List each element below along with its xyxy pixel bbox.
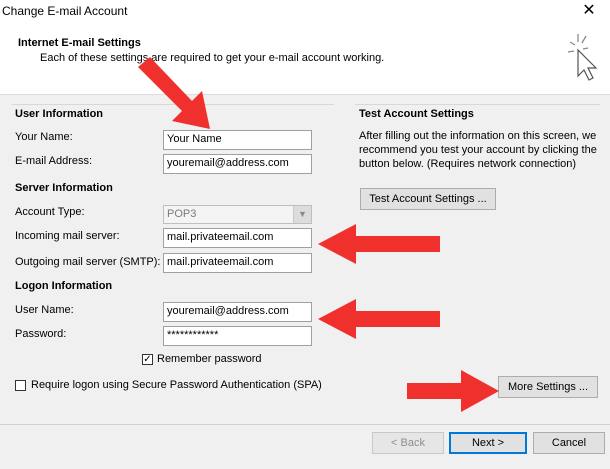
close-icon[interactable]: ✕ bbox=[574, 0, 604, 23]
next-button[interactable]: Next > bbox=[449, 432, 527, 454]
remember-password-checkbox[interactable]: ✓ bbox=[142, 354, 153, 365]
account-type-value: POP3 bbox=[167, 208, 197, 220]
incoming-server-label: Incoming mail server: bbox=[15, 230, 120, 242]
back-button[interactable]: < Back bbox=[372, 432, 444, 454]
your-name-label: Your Name: bbox=[15, 131, 73, 143]
footer-divider bbox=[0, 424, 610, 425]
divider bbox=[355, 104, 600, 105]
account-type-label: Account Type: bbox=[15, 206, 85, 218]
outgoing-server-label: Outgoing mail server (SMTP): bbox=[15, 256, 161, 268]
spa-checkbox[interactable] bbox=[15, 380, 26, 391]
user-name-label: User Name: bbox=[15, 304, 74, 316]
annotation-arrow-icon bbox=[318, 224, 440, 264]
more-settings-button[interactable]: More Settings ... bbox=[498, 376, 598, 398]
password-label: Password: bbox=[15, 328, 67, 340]
user-name-input[interactable]: youremail@address.com bbox=[163, 302, 312, 322]
annotation-arrow-icon bbox=[138, 57, 210, 129]
annotation-arrow-icon bbox=[407, 370, 499, 412]
incoming-server-input[interactable]: mail.privateemail.com bbox=[163, 228, 312, 248]
outgoing-server-input[interactable]: mail.privateemail.com bbox=[163, 253, 312, 273]
remember-password-label: Remember password bbox=[157, 353, 262, 365]
test-settings-heading: Test Account Settings bbox=[359, 108, 474, 120]
chevron-down-icon: ▼ bbox=[293, 206, 311, 223]
account-type-select[interactable]: POP3 ▼ bbox=[163, 205, 312, 224]
test-description-line2: recommend you test your account by click… bbox=[359, 144, 597, 156]
header-title: Internet E-mail Settings bbox=[18, 37, 141, 49]
cancel-button[interactable]: Cancel bbox=[533, 432, 605, 454]
test-description-line3: button below. (Requires network connecti… bbox=[359, 158, 577, 170]
test-account-settings-button[interactable]: Test Account Settings ... bbox=[360, 188, 496, 210]
password-input[interactable]: ************ bbox=[163, 326, 312, 346]
test-description-line1: After filling out the information on thi… bbox=[359, 130, 597, 142]
title-bar: Change E-mail Account ✕ bbox=[0, 0, 610, 24]
email-address-label: E-mail Address: bbox=[15, 155, 93, 167]
logon-info-heading: Logon Information bbox=[15, 280, 113, 292]
server-info-heading: Server Information bbox=[15, 182, 113, 194]
checkmark-icon: ✓ bbox=[143, 354, 152, 365]
email-address-input[interactable]: youremail@address.com bbox=[163, 154, 312, 174]
wizard-header: Internet E-mail Settings Each of these s… bbox=[0, 24, 610, 95]
annotation-arrow-icon bbox=[318, 299, 440, 339]
window-title: Change E-mail Account bbox=[2, 4, 128, 18]
spa-label: Require logon using Secure Password Auth… bbox=[31, 379, 322, 391]
user-info-heading: User Information bbox=[15, 108, 104, 120]
cursor-sparkle-icon bbox=[567, 34, 598, 81]
